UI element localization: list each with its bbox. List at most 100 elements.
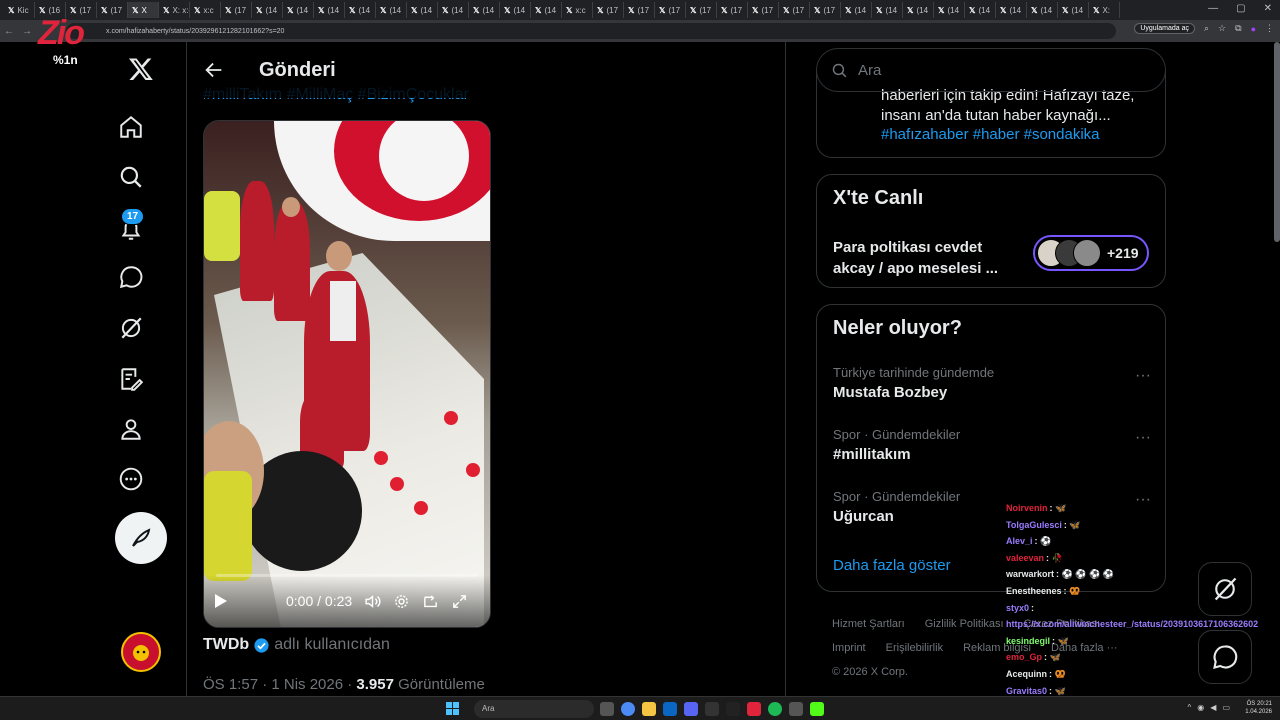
chat-username[interactable]: Noirvenin xyxy=(1006,503,1048,513)
maximize-icon[interactable]: ▢ xyxy=(1236,3,1245,14)
trend-item[interactable]: Spor · Gündemdekiler #millitakım ··· xyxy=(833,427,1151,463)
source-name[interactable]: TWDb xyxy=(203,636,249,654)
post-timestamp[interactable]: ÖS 1:57 · 1 Nis 2026 · xyxy=(203,676,356,693)
chat-username[interactable]: Gravitas0 xyxy=(1006,686,1047,696)
browser-tab[interactable]: 𝕏 (17 xyxy=(593,2,624,18)
home-icon[interactable] xyxy=(118,114,144,140)
browser-tab[interactable]: 𝕏 (14 xyxy=(996,2,1027,18)
browser-back-icon[interactable]: ← xyxy=(0,26,18,37)
settings-gear-icon[interactable] xyxy=(393,593,410,610)
trend-item[interactable]: Türkiye tarihinde gündemde Mustafa Bozbe… xyxy=(833,365,1151,401)
chat-username[interactable]: kesindegil xyxy=(1006,636,1050,646)
browser-tab[interactable]: 𝕏 (14 xyxy=(407,2,438,18)
more-options-icon[interactable]: ··· xyxy=(1135,367,1151,385)
browser-tab[interactable]: 𝕏 (14 xyxy=(376,2,407,18)
more-options-icon[interactable]: ··· xyxy=(1135,429,1151,447)
footer-link[interactable]: Erişilebilirlik xyxy=(886,642,943,654)
chat-icon[interactable] xyxy=(118,264,144,290)
show-more-link[interactable]: Daha fazla göster xyxy=(833,557,951,574)
more-icon[interactable] xyxy=(118,466,144,492)
browser-tab[interactable]: 𝕏 (14 xyxy=(841,2,872,18)
browser-forward-icon[interactable]: → xyxy=(18,26,36,37)
browser-tab[interactable]: 𝕏 (17 xyxy=(655,2,686,18)
browser-tab[interactable]: 𝕏x:c xyxy=(562,2,593,18)
browser-tab[interactable]: 𝕏 (14 xyxy=(531,2,562,18)
chat-username[interactable]: Enestheenes xyxy=(1006,586,1062,596)
picture-in-picture-icon[interactable] xyxy=(422,593,439,610)
browser-tab[interactable]: 𝕏 (17 xyxy=(686,2,717,18)
video-player[interactable]: 0:00 / 0:23 xyxy=(203,120,491,628)
kick-icon[interactable] xyxy=(810,701,824,716)
chat-username[interactable]: TolgaGulesci xyxy=(1006,520,1062,530)
search-input[interactable]: Ara xyxy=(858,62,881,79)
browser-tab[interactable]: 𝕏X: x:c xyxy=(159,2,190,18)
browser-tab[interactable]: 𝕏 (17 xyxy=(221,2,252,18)
tray-chevron-icon[interactable]: ^ xyxy=(1188,703,1192,712)
chat-username[interactable]: styx0 xyxy=(1006,603,1029,613)
video-source[interactable]: TWDb adlı kullanıcıdan xyxy=(203,636,390,654)
browser-tab[interactable]: 𝕏 (17 xyxy=(624,2,655,18)
chat-username[interactable]: Alev_i xyxy=(1006,536,1033,546)
browser-tab[interactable]: 𝕏 (14 xyxy=(438,2,469,18)
live-space-pill[interactable]: +219 xyxy=(1033,235,1149,271)
discord-icon[interactable] xyxy=(684,701,698,716)
browser-tab[interactable]: 𝕏X xyxy=(128,2,159,18)
window-controls[interactable]: — ▢ ✕ xyxy=(1208,3,1272,14)
close-window-icon[interactable]: ✕ xyxy=(1264,3,1272,14)
browser-tab[interactable]: 𝕏 (14 xyxy=(314,2,345,18)
browser-tab[interactable]: 𝕏 (14 xyxy=(252,2,283,18)
browser-tab[interactable]: 𝕏 (17 xyxy=(97,2,128,18)
chat-text[interactable]: https://x.com/aliwinchesteer_/status/203… xyxy=(1006,619,1258,629)
browser-tab[interactable]: 𝕏 (14 xyxy=(934,2,965,18)
chat-username[interactable]: warwarkort xyxy=(1006,569,1054,579)
play-icon[interactable] xyxy=(214,593,228,609)
chat-username[interactable]: valeevan xyxy=(1006,553,1044,563)
url-field[interactable]: x.com/hafizahaberty/status/2039296121282… xyxy=(66,23,1116,39)
file-explorer-icon[interactable] xyxy=(642,701,656,716)
app-icon[interactable] xyxy=(705,701,719,716)
browser-tab[interactable]: 𝕏 (17 xyxy=(748,2,779,18)
app-icon[interactable] xyxy=(726,701,740,716)
profile-icon[interactable] xyxy=(118,416,144,442)
compose-post-button[interactable] xyxy=(115,512,167,564)
browser-tab[interactable]: 𝕏 (14 xyxy=(1027,2,1058,18)
extensions-icon[interactable]: ⧉ xyxy=(1235,23,1241,34)
browser-icon[interactable] xyxy=(621,701,635,716)
avatar[interactable] xyxy=(121,632,161,672)
chat-username[interactable]: Acequinn xyxy=(1006,669,1047,679)
spotify-icon[interactable] xyxy=(768,701,782,716)
browser-tab[interactable]: 𝕏 (14 xyxy=(469,2,500,18)
fullscreen-icon[interactable] xyxy=(451,593,468,610)
browser-tab[interactable]: 𝕏 (14 xyxy=(1058,2,1089,18)
taskview-icon[interactable] xyxy=(600,701,614,716)
live-space-title[interactable]: Para poltikası cevdet akcay / apo mesele… xyxy=(833,237,1023,279)
browser-tab[interactable]: 𝕏x:c xyxy=(190,2,221,18)
bookmark-star-icon[interactable]: ☆ xyxy=(1218,23,1226,34)
system-tray[interactable]: ^ ◉ ◀ ▭ xyxy=(1188,703,1230,712)
app-icon[interactable] xyxy=(663,701,677,716)
profile-icon[interactable]: ● xyxy=(1251,24,1256,34)
back-arrow-icon[interactable] xyxy=(203,59,225,81)
x-logo-icon[interactable] xyxy=(128,56,154,82)
zoom-icon[interactable]: ⌕ xyxy=(1204,23,1209,34)
battery-icon[interactable]: ▭ xyxy=(1222,703,1230,712)
browser-tab[interactable]: 𝕏 Kic xyxy=(4,2,35,18)
grok-icon[interactable] xyxy=(118,315,144,341)
network-icon[interactable]: ◉ xyxy=(1197,703,1204,712)
footer-link[interactable]: Hizmet Şartları xyxy=(832,618,905,630)
browser-tab[interactable]: 𝕏 (14 xyxy=(500,2,531,18)
volume-icon[interactable]: ◀ xyxy=(1210,703,1216,712)
browser-tab[interactable]: 𝕏 (14 xyxy=(283,2,314,18)
messages-float-button[interactable] xyxy=(1198,630,1252,684)
browser-tab[interactable]: 𝕏 (14 xyxy=(345,2,376,18)
app-icon[interactable] xyxy=(789,701,803,716)
browser-tab[interactable]: 𝕏 (14 xyxy=(903,2,934,18)
browser-tab[interactable]: 𝕏 (17 xyxy=(810,2,841,18)
app-icon[interactable] xyxy=(747,701,761,716)
browser-tab[interactable]: 𝕏 X: xyxy=(1089,2,1120,18)
open-in-app-button[interactable]: Uygulamada aç xyxy=(1134,23,1195,34)
search-box[interactable]: Ara xyxy=(816,48,1166,92)
articles-icon[interactable] xyxy=(118,366,144,392)
windows-start-icon[interactable] xyxy=(446,701,460,716)
browser-tab[interactable]: 𝕏 (14 xyxy=(872,2,903,18)
